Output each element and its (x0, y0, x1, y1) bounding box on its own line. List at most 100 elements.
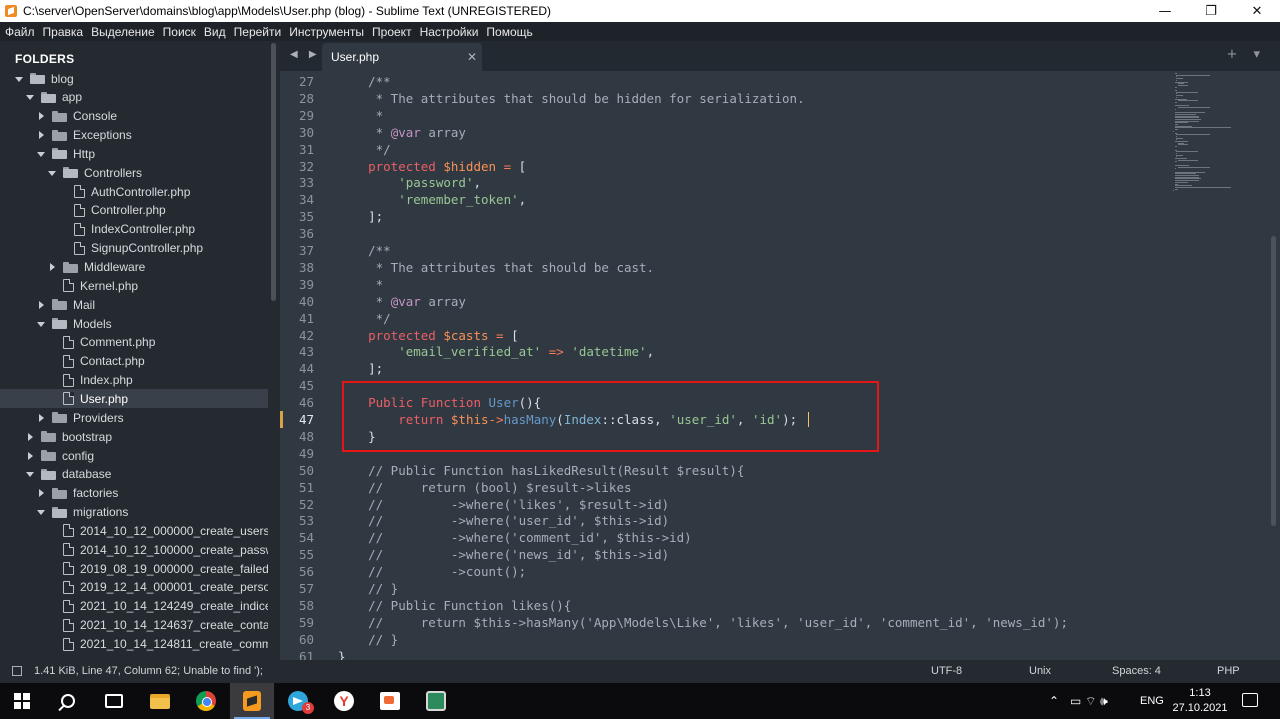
sidebar-file[interactable]: AuthController.php (0, 182, 268, 201)
sidebar-file[interactable]: Comment.php (0, 333, 268, 352)
code-line[interactable]: /** (338, 242, 391, 259)
menu-item-7[interactable]: Проект (372, 25, 412, 39)
tab-close-icon[interactable]: ✕ (462, 50, 482, 64)
task-view-button[interactable] (92, 683, 136, 719)
chevron-right-icon[interactable] (36, 300, 46, 310)
editor-scrollbar[interactable] (1271, 236, 1276, 526)
code-line[interactable]: protected $hidden = [ (338, 158, 526, 175)
sidebar-folder[interactable]: Exceptions (0, 126, 268, 145)
code-line[interactable]: // Public Function hasLikedResult(Result… (338, 462, 744, 479)
chevron-down-icon[interactable] (14, 74, 24, 84)
menu-item-4[interactable]: Вид (204, 25, 226, 39)
sidebar-file[interactable]: Contact.php (0, 352, 268, 371)
chevron-right-icon[interactable] (36, 111, 46, 121)
sidebar-file[interactable]: IndexController.php (0, 220, 268, 239)
language-indicator[interactable]: ENG (1140, 683, 1164, 719)
sidebar-file[interactable]: 2019_08_19_000000_create_failed_job (0, 559, 268, 578)
code-editor[interactable]: 27 28 29 30 31 32 33 34 35 36 37 38 39 40 41 42 43 44 45 46… (280, 71, 1280, 660)
chevron-down-icon[interactable] (36, 319, 46, 329)
telegram-button[interactable]: 3 (276, 683, 320, 719)
code-line[interactable]: // ->where('user_id', $this->id) (338, 512, 669, 529)
sidebar-scrollbar[interactable] (271, 43, 276, 301)
tray-chevron-icon[interactable]: ⌃ (1049, 683, 1059, 719)
file-explorer-button[interactable] (138, 683, 182, 719)
status-syntax[interactable]: PHP (1217, 665, 1240, 677)
maximize-button[interactable]: ❐ (1188, 0, 1234, 22)
sidebar-file[interactable]: 2021_10_14_124249_create_indices_ta (0, 597, 268, 616)
tab-user-php[interactable]: User.php ✕ (322, 43, 482, 71)
code-line[interactable]: // return $this->hasMany('App\Models\Lik… (338, 614, 1068, 631)
menu-item-8[interactable]: Настройки (420, 25, 479, 39)
code-line[interactable]: // ->where('news_id', $this->id) (338, 546, 669, 563)
code-line[interactable]: */ (338, 310, 391, 327)
tab-actions-icon[interactable]: + ▾ (1226, 47, 1266, 62)
code-area[interactable]: /** * The attributes that should be hidd… (338, 71, 1218, 660)
yandex-browser-button[interactable]: Y (322, 683, 366, 719)
chevron-right-icon[interactable] (36, 488, 46, 498)
menu-item-9[interactable]: Помощь (486, 25, 532, 39)
sidebar-folder[interactable]: Providers (0, 408, 268, 427)
sidebar-folder[interactable]: Console (0, 107, 268, 126)
sidebar-folder[interactable]: blog (0, 69, 268, 88)
chevron-down-icon[interactable] (36, 149, 46, 159)
code-line[interactable]: 'remember_token', (338, 191, 526, 208)
code-line[interactable]: // } (338, 580, 398, 597)
sidebar-file[interactable]: SignupController.php (0, 239, 268, 258)
sublime-taskbar-button[interactable] (230, 683, 274, 719)
chevron-right-icon[interactable] (47, 262, 57, 272)
chevron-down-icon[interactable] (47, 168, 57, 178)
clock[interactable]: 1:13 27.10.2021 (1170, 686, 1230, 716)
sidebar-folder[interactable]: Mail (0, 295, 268, 314)
sidebar-file[interactable]: Kernel.php (0, 276, 268, 295)
tray-system-icons[interactable]: ▭ ⌔ 🕪 (1070, 683, 1108, 719)
code-line[interactable]: * @var array (338, 293, 466, 310)
sidebar-file[interactable]: 2021_10_14_124811_create_comment (0, 635, 268, 654)
speccy-button[interactable] (414, 683, 458, 719)
sidebar-folder[interactable]: bootstrap (0, 427, 268, 446)
menu-item-3[interactable]: Поиск (163, 25, 196, 39)
sidebar-folder[interactable]: Models (0, 314, 268, 333)
sidebar-file[interactable]: 2021_10_14_124637_create_contacts_ (0, 616, 268, 635)
code-line[interactable]: 'password', (338, 174, 481, 191)
code-line[interactable]: } (338, 648, 346, 660)
code-line[interactable]: // ->where('comment_id', $this->id) (338, 529, 692, 546)
search-button[interactable] (46, 683, 90, 719)
sidebar-folder[interactable]: Controllers (0, 163, 268, 182)
chevron-right-icon[interactable] (25, 432, 35, 442)
tab-nav-arrows-icon[interactable]: ◀ ▶ (290, 49, 321, 60)
status-line-endings[interactable]: Unix (1029, 665, 1051, 677)
code-line[interactable]: // return (bool) $result->likes (338, 479, 631, 496)
menu-item-2[interactable]: Выделение (91, 25, 155, 39)
code-line[interactable]: // } (338, 631, 398, 648)
code-line[interactable]: // ->where('likes', $result->id) (338, 496, 669, 513)
status-encoding[interactable]: UTF-8 (931, 665, 962, 677)
code-line[interactable]: protected $casts = [ (338, 327, 519, 344)
chevron-down-icon[interactable] (25, 469, 35, 479)
code-line[interactable]: * The attributes that should be cast. (338, 259, 654, 276)
code-line[interactable]: */ (338, 141, 391, 158)
menu-item-6[interactable]: Инструменты (289, 25, 364, 39)
sidebar-folder[interactable]: database (0, 465, 268, 484)
code-line[interactable]: /** (338, 73, 391, 90)
sidebar-folder[interactable]: Middleware (0, 258, 268, 277)
minimap[interactable] (1173, 71, 1263, 192)
code-line[interactable]: 'email_verified_at' => 'datetime', (338, 343, 654, 360)
start-button[interactable] (0, 683, 44, 719)
code-line[interactable]: ]; (338, 360, 383, 377)
menu-item-5[interactable]: Перейти (234, 25, 282, 39)
code-line[interactable]: * @var array (338, 124, 466, 141)
panel-toggle-icon[interactable] (12, 666, 22, 676)
sidebar-folder[interactable]: Http (0, 144, 268, 163)
sidebar-folder[interactable]: migrations (0, 503, 268, 522)
code-line[interactable]: * The attributes that should be hidden f… (338, 90, 805, 107)
sidebar-file[interactable]: 2014_10_12_100000_create_password (0, 540, 268, 559)
code-line[interactable]: ]; (338, 208, 383, 225)
chevron-right-icon[interactable] (36, 413, 46, 423)
code-line[interactable]: // ->count(); (338, 563, 526, 580)
minimize-button[interactable]: — (1142, 0, 1188, 22)
code-line[interactable]: * (338, 107, 384, 124)
sidebar-folder[interactable]: app (0, 88, 268, 107)
chevron-right-icon[interactable] (25, 451, 35, 461)
sidebar-file[interactable]: User.php (0, 389, 268, 409)
chevron-down-icon[interactable] (36, 507, 46, 517)
